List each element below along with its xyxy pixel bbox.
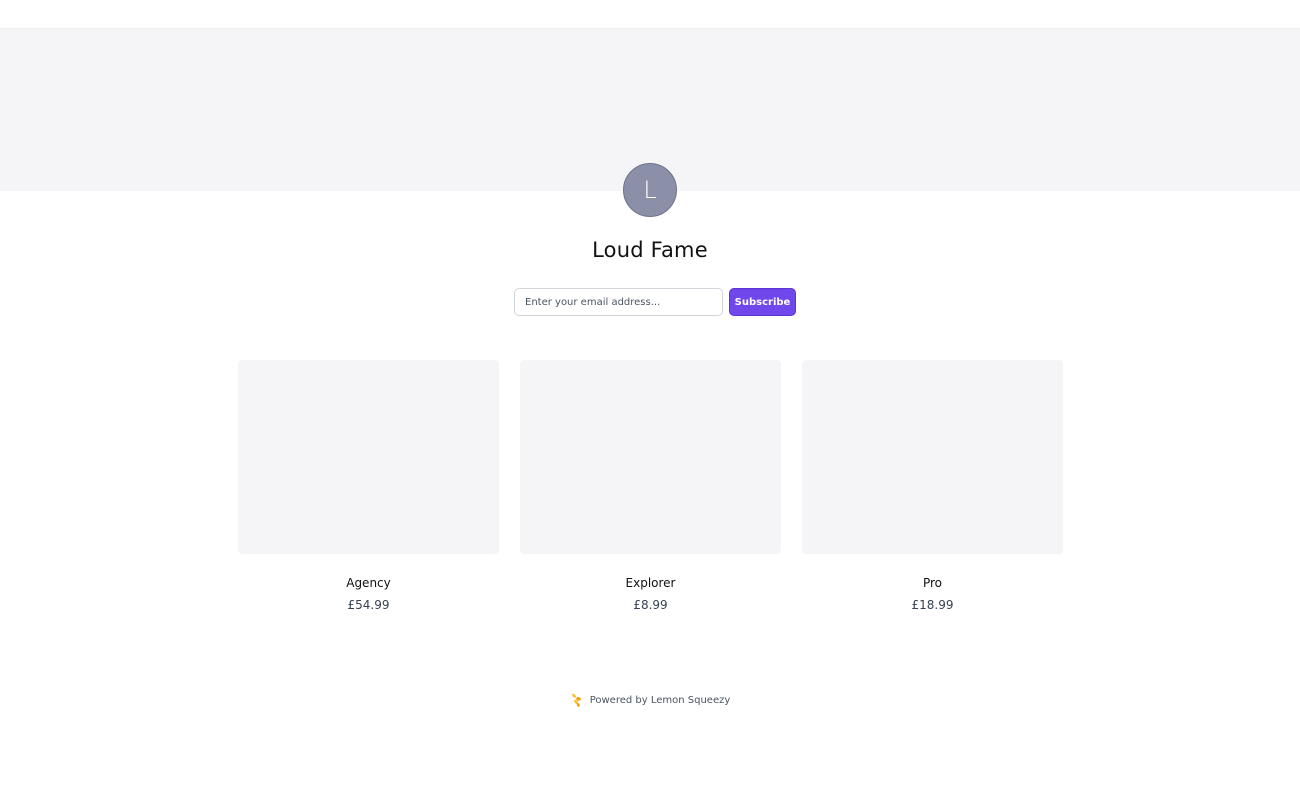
product-grid: Agency £54.99 Explorer £8.99 Pro £18.99	[238, 360, 1063, 613]
email-field[interactable]	[514, 288, 723, 316]
product-card-explorer[interactable]: Explorer £8.99	[520, 360, 781, 613]
product-card-agency[interactable]: Agency £54.99	[238, 360, 499, 613]
product-image[interactable]	[520, 360, 781, 554]
product-price: £8.99	[633, 598, 668, 612]
store-avatar: L	[623, 163, 677, 217]
powered-by-footer: Powered by Lemon Squeezy	[0, 692, 1300, 708]
avatar-initial: L	[643, 176, 657, 204]
product-name[interactable]: Explorer	[520, 575, 781, 591]
product-price: £54.99	[347, 598, 390, 612]
product-image[interactable]	[802, 360, 1063, 554]
lemon-squeezy-logo-icon	[570, 692, 584, 708]
product-name[interactable]: Agency	[238, 575, 499, 591]
subscribe-button[interactable]: Subscribe	[729, 288, 796, 316]
powered-by-link[interactable]: Powered by Lemon Squeezy	[590, 695, 731, 706]
product-image[interactable]	[238, 360, 499, 554]
product-price: £18.99	[911, 598, 954, 612]
newsletter-form: Subscribe	[514, 288, 796, 316]
store-title: Loud Fame	[592, 238, 708, 262]
product-card-pro[interactable]: Pro £18.99	[802, 360, 1063, 613]
storefront-page: L Loud Fame Subscribe Agency £54.99 Expl…	[0, 0, 1300, 788]
product-name[interactable]: Pro	[802, 575, 1063, 591]
